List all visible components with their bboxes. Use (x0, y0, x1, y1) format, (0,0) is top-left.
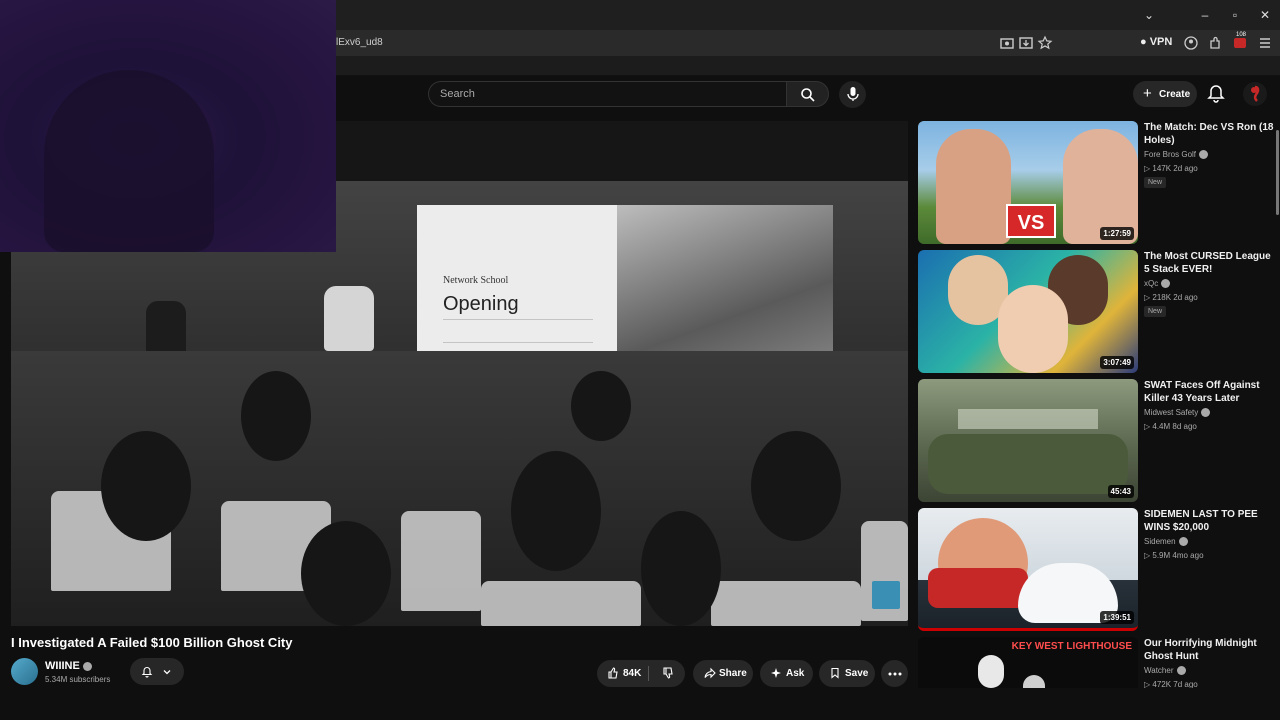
dislike-icon[interactable] (662, 667, 674, 679)
vs-badge: VS (1006, 204, 1056, 238)
rec-channel[interactable]: Sidemen (1144, 537, 1188, 547)
profile-icon[interactable] (1183, 35, 1199, 51)
thumb-face (978, 655, 1004, 688)
verified-icon (1201, 408, 1211, 418)
search-button[interactable] (786, 81, 829, 107)
video-thumbnail[interactable]: KEY WEST LIGHTHOUSE (918, 637, 1138, 688)
slide-subtitle-block (443, 319, 593, 343)
verified-icon (1178, 537, 1188, 547)
slide-brand: Network School (443, 275, 509, 286)
verified-icon (1199, 150, 1209, 160)
scrollbar-thumb[interactable] (1276, 130, 1279, 215)
download-icon[interactable] (1018, 35, 1034, 51)
rec-channel[interactable]: Midwest Safety (1144, 408, 1211, 418)
webcam-overlay (0, 0, 336, 252)
duration-badge: 45:43 (1107, 485, 1134, 498)
search-icon (801, 88, 815, 102)
extension-badge-count: 108 (1236, 32, 1247, 38)
bell-icon (141, 666, 153, 678)
video-title: I Investigated A Failed $100 Billion Gho… (11, 635, 293, 650)
close-icon[interactable]: ✕ (1256, 6, 1274, 24)
menu-icon[interactable] (1257, 35, 1273, 51)
more-actions-button[interactable] (881, 660, 908, 687)
plus-icon: + (1143, 85, 1152, 102)
video-thumbnail[interactable]: 3:07:49 (918, 250, 1138, 373)
video-thumbnail[interactable]: 45:43 (918, 379, 1138, 502)
url-text[interactable]: lExv6_ud8 (336, 37, 383, 48)
rec-stats: ▷ 472K 7d ago (1144, 680, 1198, 688)
save-button[interactable]: Save (819, 660, 875, 687)
microphone-icon (847, 87, 859, 101)
channel-name[interactable]: WIIINE (45, 660, 92, 672)
rec-channel[interactable]: Fore Bros Golf (1144, 150, 1209, 160)
webcam-person (44, 70, 214, 252)
voice-search-button[interactable] (839, 81, 866, 108)
more-horizontal-icon (888, 672, 902, 676)
like-icon[interactable] (607, 667, 619, 679)
new-badge: New (1144, 177, 1167, 188)
save-icon (831, 667, 839, 679)
thumb-person-left (936, 129, 1011, 244)
audience (11, 351, 908, 626)
screenshot-icon[interactable] (999, 35, 1015, 51)
rec-stats: ▷ 4.4M 8d ago (1144, 422, 1197, 431)
thumb-shirt (928, 568, 1028, 608)
thumb-window (958, 409, 1098, 429)
like-divider (648, 666, 649, 681)
subscribed-notifications-button[interactable] (130, 658, 184, 685)
presenter-right (324, 286, 374, 351)
rec-stats: ▷ 5.9M 4mo ago (1144, 551, 1204, 560)
share-icon (704, 667, 716, 679)
rec-title[interactable]: SWAT Faces Off Against Killer 43 Years L… (1144, 379, 1274, 405)
rec-title[interactable]: The Most CURSED League 5 Stack EVER! (1144, 250, 1274, 276)
verified-icon (1161, 279, 1171, 289)
verified-icon (1176, 666, 1186, 676)
account-avatar[interactable] (1243, 82, 1267, 106)
bookmark-star-icon[interactable] (1037, 35, 1053, 51)
duration-badge: 1:27:59 (1100, 227, 1134, 240)
rec-title[interactable]: The Match: Dec VS Ron (18 Holes) (1144, 121, 1274, 147)
rec-title[interactable]: Our Horrifying Midnight Ghost Hunt (1144, 637, 1274, 663)
rec-stats: ▷ 218K 2d ago (1144, 293, 1198, 302)
recommendation-item[interactable]: KEY WEST LIGHTHOUSE Our Horrifying Midni… (918, 637, 1280, 688)
thumb-face (998, 285, 1068, 373)
new-badge: New (1144, 306, 1167, 317)
create-button[interactable]: + Create (1133, 81, 1197, 107)
search-placeholder: Search (440, 88, 475, 100)
ceiling (336, 121, 908, 181)
thumb-soldiers (928, 434, 1128, 494)
extensions-icon[interactable] (1207, 35, 1223, 51)
rec-channel[interactable]: xQc (1144, 279, 1171, 289)
search-input[interactable]: Search (428, 81, 786, 107)
channel-watermark[interactable] (872, 581, 900, 609)
thumb-face (1023, 675, 1045, 688)
tab-list-chevron-icon[interactable]: ⌄ (1140, 6, 1158, 24)
notifications-bell-icon[interactable] (1205, 83, 1227, 105)
channel-avatar[interactable] (11, 658, 38, 685)
account-logo-icon (1251, 85, 1260, 102)
share-button[interactable]: Share (693, 660, 753, 687)
like-dislike-group: 84K (597, 660, 685, 687)
duration-badge: 3:07:49 (1100, 356, 1134, 369)
rec-title[interactable]: SIDEMEN LAST TO PEE WINS $20,000 (1144, 508, 1274, 534)
sparkle-icon (771, 668, 781, 678)
subscriber-count: 5.34M subscribers (45, 675, 111, 684)
vpn-button[interactable]: ● VPN (1140, 36, 1172, 48)
rec-channel[interactable]: Watcher (1144, 666, 1186, 676)
verified-icon (82, 661, 92, 671)
maximize-icon[interactable]: ▫ (1226, 6, 1244, 24)
video-thumbnail[interactable]: 1:39:51 (918, 508, 1138, 631)
rec-stats: ▷ 147K 2d ago (1144, 164, 1198, 173)
chevron-down-icon (163, 670, 171, 675)
thumb-caption: KEY WEST LIGHTHOUSE (1011, 641, 1132, 652)
like-count[interactable]: 84K (623, 668, 641, 679)
slide-title: Opening (443, 293, 519, 315)
duration-badge: 1:39:51 (1100, 611, 1134, 624)
ask-button[interactable]: Ask (760, 660, 813, 687)
video-thumbnail[interactable]: VS 1:27:59 (918, 121, 1138, 244)
minimize-icon[interactable]: – (1196, 6, 1214, 24)
